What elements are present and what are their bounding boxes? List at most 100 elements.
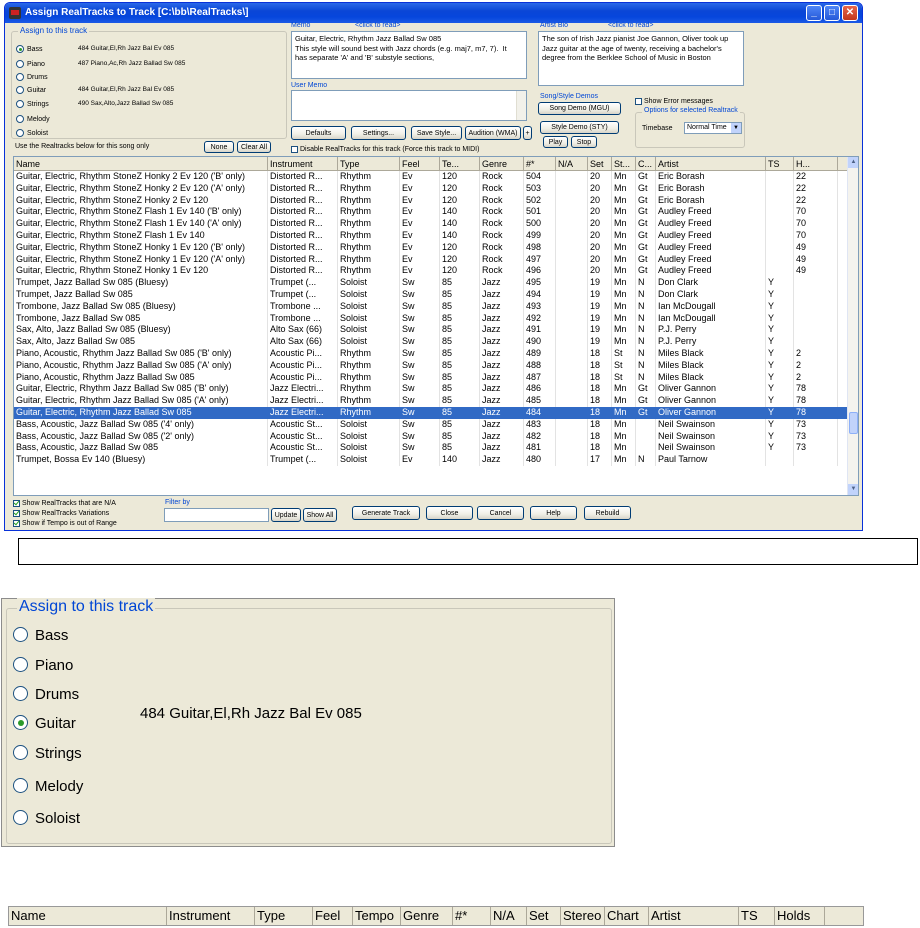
disable-realtracks-box[interactable] xyxy=(291,145,298,153)
table-row[interactable]: Trombone, Jazz Ballad Sw 085 Trombone ...… xyxy=(14,312,848,325)
assign-option-5[interactable]: Melody xyxy=(16,114,50,125)
audition-plus-button[interactable]: + xyxy=(523,126,532,140)
column-header[interactable]: TS xyxy=(766,157,794,171)
column-header[interactable]: #* xyxy=(524,157,556,171)
radio-icon[interactable] xyxy=(16,86,24,95)
timebase-select[interactable]: Normal Time ▼ xyxy=(684,122,742,134)
minimize-button[interactable]: _ xyxy=(806,5,822,21)
radio-icon[interactable] xyxy=(13,627,28,642)
style-demo-button[interactable]: Style Demo (STY) xyxy=(540,121,619,134)
show-variations-box[interactable] xyxy=(13,509,20,517)
zoomed-option-6[interactable]: Soloist xyxy=(13,809,80,829)
show-error-box[interactable] xyxy=(635,97,642,105)
column-header[interactable]: C... xyxy=(636,157,656,171)
radio-icon[interactable] xyxy=(13,686,28,701)
table-row[interactable]: Guitar, Electric, Rhythm StoneZ Flash 1 … xyxy=(14,218,848,230)
show-tempo-checkbox[interactable]: Show if Tempo is out of Range xyxy=(13,519,117,528)
show-na-box[interactable] xyxy=(13,499,20,507)
table-row[interactable]: Guitar, Electric, Rhythm Jazz Ballad Sw … xyxy=(14,395,848,407)
radio-icon[interactable] xyxy=(16,129,24,138)
table-row[interactable]: Trumpet, Bossa Ev 140 (Bluesy) Trumpet (.… xyxy=(14,454,848,466)
table-row[interactable]: Sax, Alto, Jazz Ballad Sw 085 Alto Sax (6… xyxy=(14,336,848,348)
column-header[interactable]: H... xyxy=(794,157,838,171)
save-style-button[interactable]: Save Style... xyxy=(411,126,462,140)
table-row[interactable]: Piano, Acoustic, Rhythm Jazz Ballad Sw 0… xyxy=(14,348,848,360)
column-header[interactable]: St... xyxy=(612,157,636,171)
audition-button[interactable]: Audition (WMA) xyxy=(465,126,521,140)
memo-click-hint[interactable]: <click to read> xyxy=(355,22,401,29)
table-row[interactable]: Guitar, Electric, Rhythm StoneZ Honky 1 … xyxy=(14,241,848,254)
cancel-button[interactable]: Cancel xyxy=(477,506,524,520)
generate-track-button[interactable]: Generate Track xyxy=(352,506,420,520)
table-row[interactable]: Piano, Acoustic, Rhythm Jazz Ballad Sw 0… xyxy=(14,359,848,372)
radio-icon[interactable] xyxy=(13,715,28,730)
maximize-button[interactable]: □ xyxy=(824,5,840,21)
help-button[interactable]: Help xyxy=(530,506,577,520)
disable-realtracks-checkbox[interactable]: Disable RealTracks for this track (Force… xyxy=(291,145,479,154)
radio-icon[interactable] xyxy=(16,60,24,69)
filter-input[interactable] xyxy=(164,508,269,522)
chevron-down-icon[interactable]: ▼ xyxy=(731,123,741,133)
none-button[interactable]: None xyxy=(204,141,234,153)
table-row[interactable]: Sax, Alto, Jazz Ballad Sw 085 (Bluesy) Al… xyxy=(14,324,848,337)
radio-icon[interactable] xyxy=(16,100,24,109)
column-header[interactable]: Genre xyxy=(480,157,524,171)
table-row[interactable]: Guitar, Electric, Rhythm StoneZ Flash 1 … xyxy=(14,230,848,242)
table-row[interactable]: Guitar, Electric, Rhythm StoneZ Flash 1 … xyxy=(14,206,848,219)
defaults-button[interactable]: Defaults xyxy=(291,126,346,140)
radio-icon[interactable] xyxy=(13,778,28,793)
radio-icon[interactable] xyxy=(16,73,24,82)
close-button[interactable]: Close xyxy=(426,506,473,520)
show-variations-checkbox[interactable]: Show RealTracks Variations xyxy=(13,509,109,518)
assign-option-4[interactable]: Strings xyxy=(16,99,49,110)
assign-option-3[interactable]: Guitar xyxy=(16,85,46,96)
assign-option-0[interactable]: Bass xyxy=(16,44,43,55)
column-header[interactable]: Type xyxy=(338,157,400,171)
rebuild-button[interactable]: Rebuild xyxy=(584,506,631,520)
zoomed-option-4[interactable]: Strings xyxy=(13,744,82,764)
table-row[interactable]: Bass, Acoustic, Jazz Ballad Sw 085 ('4' … xyxy=(14,418,848,431)
zoomed-option-1[interactable]: Piano xyxy=(13,656,73,676)
radio-icon[interactable] xyxy=(16,115,24,124)
table-row[interactable]: Guitar, Electric, Rhythm StoneZ Honky 2 … xyxy=(14,194,848,207)
radio-icon[interactable] xyxy=(16,45,24,54)
radio-icon[interactable] xyxy=(13,657,28,672)
column-header[interactable]: N/A xyxy=(556,157,588,171)
table-row[interactable]: Guitar, Electric, Rhythm StoneZ Honky 2 … xyxy=(14,171,848,183)
memo-text[interactable]: Guitar, Electric, Rhythm Jazz Ballad Sw … xyxy=(291,31,527,79)
artist-bio-text[interactable]: The son of Irish Jazz pianist Joe Gannon… xyxy=(538,31,744,86)
zoomed-option-2[interactable]: Drums xyxy=(13,685,79,705)
assign-option-2[interactable]: Drums xyxy=(16,72,48,83)
zoomed-option-5[interactable]: Melody xyxy=(13,777,83,797)
user-memo-input[interactable] xyxy=(291,90,527,121)
radio-icon[interactable] xyxy=(13,810,28,825)
show-tempo-box[interactable] xyxy=(13,519,20,527)
stop-button[interactable]: Stop xyxy=(571,136,597,148)
table-row[interactable]: Guitar, Electric, Rhythm Jazz Ballad Sw … xyxy=(14,383,848,396)
settings-button[interactable]: Settings... xyxy=(351,126,406,140)
assign-option-1[interactable]: Piano xyxy=(16,59,45,70)
scroll-up-icon[interactable]: ▲ xyxy=(848,157,858,168)
song-demo-button[interactable]: Song Demo (MGU) xyxy=(538,102,621,115)
scroll-down-icon[interactable]: ▼ xyxy=(848,484,858,495)
table-row[interactable]: Piano, Acoustic, Rhythm Jazz Ballad Sw 0… xyxy=(14,371,848,384)
column-header[interactable]: Name xyxy=(14,157,268,171)
column-header[interactable]: Artist xyxy=(656,157,766,171)
realtracks-table[interactable]: Name Instrument Type Feel Te... Genre #* N/A Set… xyxy=(13,156,859,496)
zoomed-option-0[interactable]: Bass xyxy=(13,626,68,646)
show-error-checkbox[interactable]: Show Error messages xyxy=(635,97,713,106)
table-row[interactable]: Guitar, Electric, Rhythm StoneZ Honky 1 … xyxy=(14,265,848,278)
table-row[interactable]: Guitar, Electric, Rhythm StoneZ Honky 1 … xyxy=(14,253,848,266)
table-row[interactable]: Guitar, Electric, Rhythm StoneZ Honky 2 … xyxy=(14,182,848,195)
table-scrollbar[interactable]: ▲ ▼ xyxy=(847,157,858,495)
table-row[interactable]: Trumpet, Jazz Ballad Sw 085 (Bluesy) Trum… xyxy=(14,277,848,289)
table-row[interactable]: Trumpet, Jazz Ballad Sw 085 Trumpet (... S… xyxy=(14,289,848,301)
show-all-button[interactable]: Show All xyxy=(303,508,337,522)
update-button[interactable]: Update xyxy=(271,508,301,522)
table-row[interactable]: Trombone, Jazz Ballad Sw 085 (Bluesy) Tro… xyxy=(14,300,848,313)
title-bar[interactable]: Assign RealTracks to Track [C:\bb\RealTr… xyxy=(5,3,862,23)
table-row[interactable]: Guitar, Electric, Rhythm Jazz Ballad Sw … xyxy=(14,407,848,419)
clear-all-button[interactable]: Clear All xyxy=(237,141,271,153)
artist-bio-click-hint[interactable]: <click to read> xyxy=(608,22,654,29)
close-window-button[interactable]: ✕ xyxy=(842,5,858,21)
